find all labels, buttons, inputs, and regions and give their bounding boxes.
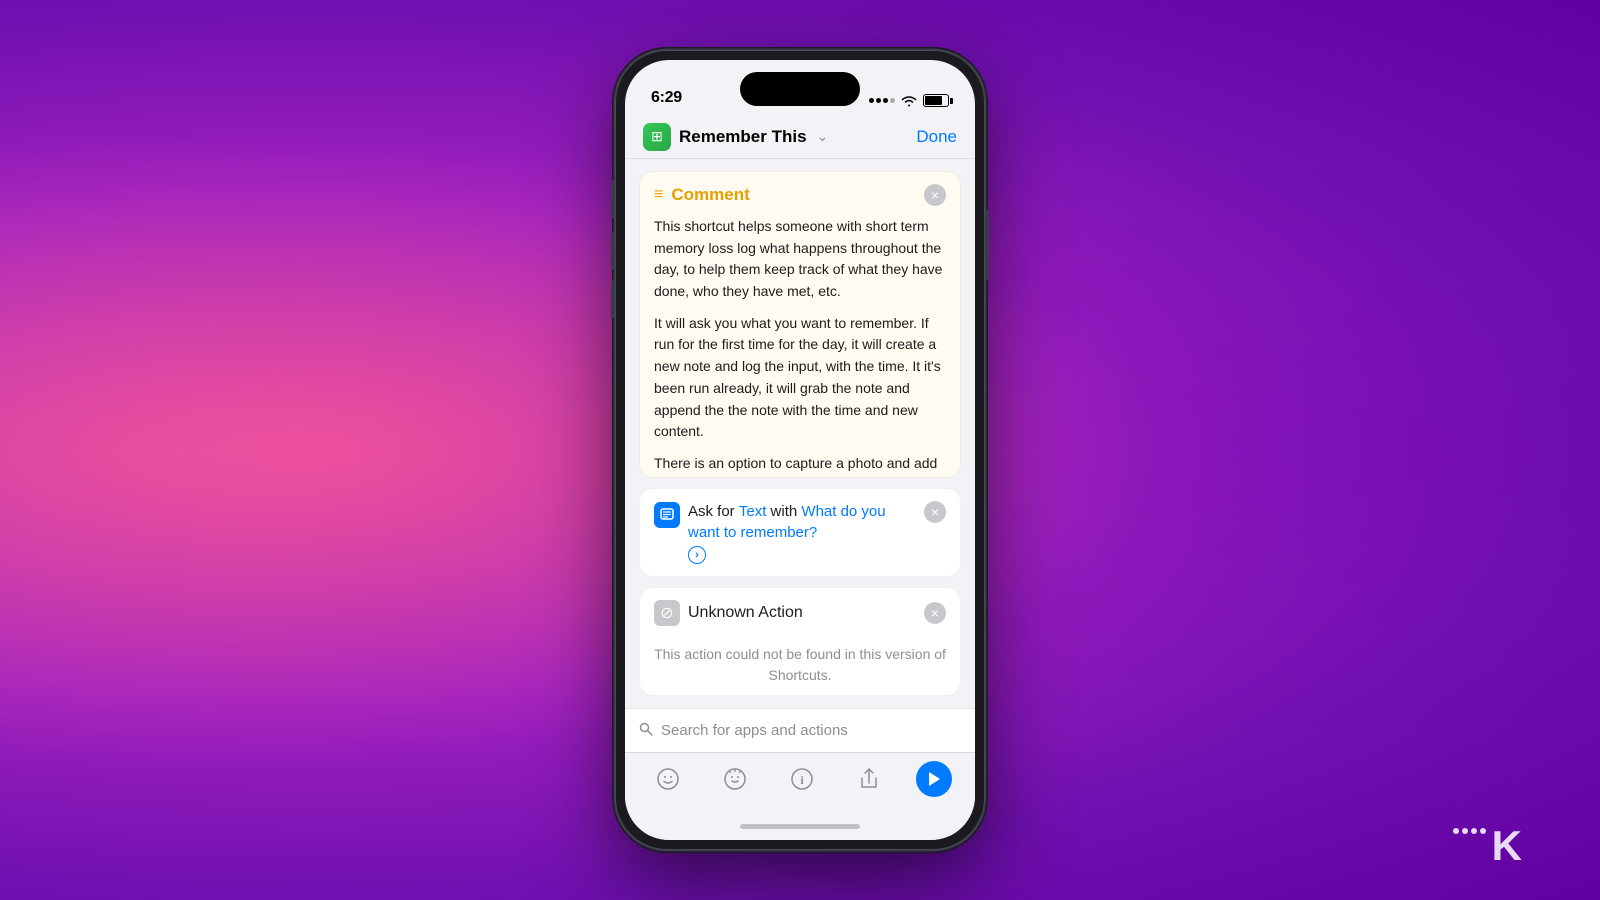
info-button[interactable]: i bbox=[782, 759, 822, 799]
search-icon bbox=[639, 722, 653, 739]
lines-icon: ≡ bbox=[654, 186, 663, 204]
remove-ask-button[interactable]: × bbox=[924, 501, 946, 523]
app-icon: ⊞ bbox=[643, 123, 671, 151]
phone-frame: 6:29 bbox=[615, 50, 985, 850]
ask-content: Ask for Text with What do you want to re… bbox=[654, 501, 916, 564]
comment-title: Comment bbox=[671, 185, 749, 205]
ask-text-type[interactable]: Text bbox=[739, 503, 767, 520]
ask-subtitle-line: › bbox=[688, 546, 916, 564]
status-icons bbox=[869, 94, 949, 107]
comment-card: ≡ Comment × This shortcut helps someone … bbox=[639, 171, 961, 478]
comment-para-2: It will ask you what you want to remembe… bbox=[654, 313, 946, 443]
ask-card: Ask for Text with What do you want to re… bbox=[639, 488, 961, 577]
nav-app-info: ⊞ Remember This ⌄ bbox=[643, 123, 828, 151]
app-title: Remember This bbox=[679, 127, 807, 147]
unknown-description: This action could not be found in this v… bbox=[654, 644, 946, 686]
comment-header: ≡ Comment × bbox=[640, 172, 960, 216]
unknown-icon: ⊘ bbox=[654, 600, 680, 626]
search-bar: Search for apps and actions bbox=[625, 708, 975, 752]
done-button[interactable]: Done bbox=[916, 127, 957, 147]
ask-with-label: with bbox=[771, 503, 798, 520]
smiley-button[interactable] bbox=[715, 759, 755, 799]
unknown-title: Unknown Action bbox=[688, 604, 924, 622]
ask-main-line: Ask for Text with What do you want to re… bbox=[688, 501, 916, 543]
watermark-letter: K bbox=[1492, 822, 1520, 870]
watermark: K bbox=[1453, 822, 1520, 870]
comment-body: This shortcut helps someone with short t… bbox=[640, 216, 960, 478]
emoji-button[interactable] bbox=[648, 759, 688, 799]
chevron-down-icon: ⌄ bbox=[817, 128, 829, 145]
signal-icon bbox=[869, 98, 895, 103]
update-shortcuts-link[interactable]: Update Shortcuts bbox=[746, 694, 854, 696]
dynamic-island bbox=[740, 72, 860, 106]
remove-comment-button[interactable]: × bbox=[924, 184, 946, 206]
home-bar bbox=[740, 824, 860, 829]
comment-para-1: This shortcut helps someone with short t… bbox=[654, 216, 946, 303]
battery-icon bbox=[923, 94, 949, 107]
remove-unknown-button[interactable]: × bbox=[924, 602, 946, 624]
watermark-dots bbox=[1453, 828, 1486, 834]
unknown-body: This action could not be found in this v… bbox=[640, 638, 960, 696]
unknown-header: ⊘ Unknown Action × bbox=[640, 588, 960, 638]
home-indicator bbox=[625, 812, 975, 840]
nav-bar: ⊞ Remember This ⌄ Done bbox=[625, 115, 975, 159]
comment-title-row: ≡ Comment bbox=[654, 185, 750, 205]
share-button[interactable] bbox=[849, 759, 889, 799]
bottom-toolbar: i bbox=[625, 752, 975, 812]
ask-text-area: Ask for Text with What do you want to re… bbox=[688, 501, 916, 564]
ask-info-circle[interactable]: › bbox=[688, 546, 706, 564]
svg-text:i: i bbox=[800, 773, 804, 787]
phone-screen: 6:29 bbox=[625, 60, 975, 840]
unknown-card: ⊘ Unknown Action × This action could not… bbox=[639, 587, 961, 696]
ask-label: Ask for bbox=[688, 503, 735, 520]
ask-icon bbox=[654, 502, 680, 528]
wifi-icon bbox=[901, 95, 917, 107]
comment-para-3: There is an option to capture a photo an… bbox=[654, 453, 946, 478]
scroll-content: ≡ Comment × This shortcut helps someone … bbox=[625, 159, 975, 708]
play-button[interactable] bbox=[916, 761, 952, 797]
status-time: 6:29 bbox=[651, 89, 682, 107]
search-input[interactable]: Search for apps and actions bbox=[661, 722, 961, 739]
